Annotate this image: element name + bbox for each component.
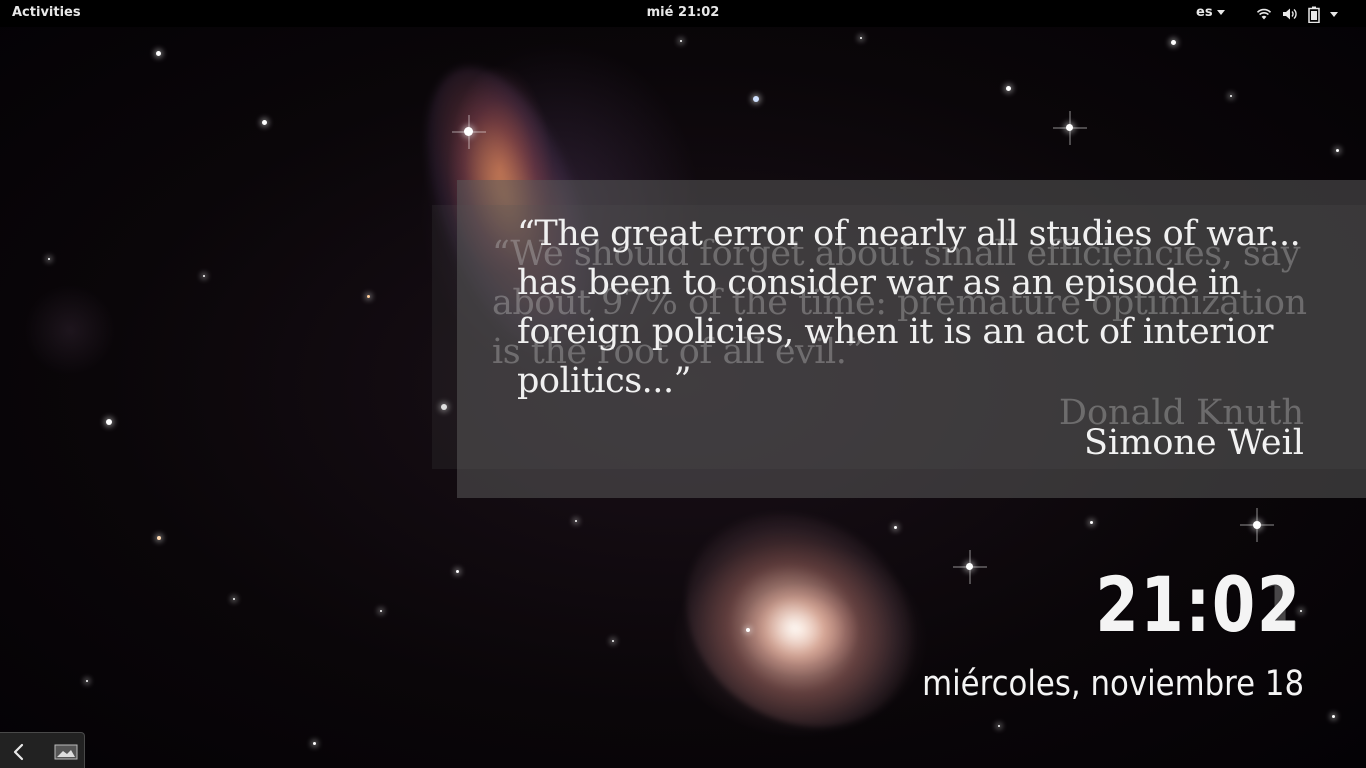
star	[1006, 86, 1011, 91]
battery-icon	[1308, 6, 1320, 23]
star	[1332, 715, 1335, 718]
clock-widget-time: 21:02	[1095, 560, 1302, 649]
top-bar: Activities mié 21:02 es	[0, 0, 1366, 27]
star	[48, 258, 50, 260]
star	[1171, 40, 1176, 45]
star	[746, 628, 750, 632]
star	[156, 51, 161, 56]
star	[380, 610, 382, 612]
quote-author: Simone Weil	[1083, 423, 1304, 463]
star	[1066, 124, 1073, 131]
chevron-left-icon[interactable]	[8, 741, 30, 763]
galaxy-lower	[644, 469, 956, 768]
quote-text: “The great error of nearly all studies o…	[517, 214, 1311, 401]
star	[753, 96, 759, 102]
star	[680, 40, 682, 42]
star	[313, 742, 316, 745]
star	[860, 37, 862, 39]
star	[262, 120, 267, 125]
star	[86, 680, 88, 682]
volume-icon	[1282, 6, 1298, 22]
star	[1090, 521, 1093, 524]
system-status-menu[interactable]	[1256, 4, 1338, 24]
star	[612, 640, 614, 642]
top-bar-clock[interactable]: mié 21:02	[623, 5, 743, 20]
star	[998, 725, 1000, 727]
chevron-down-icon	[1330, 11, 1338, 17]
window-thumbnail-icon[interactable]	[54, 744, 78, 760]
activities-button[interactable]: Activities	[12, 5, 81, 20]
chevron-down-icon	[1216, 10, 1225, 15]
clock-widget-date: miércoles, noviembre 18	[922, 664, 1304, 704]
star	[966, 563, 973, 570]
star	[456, 570, 459, 573]
star	[894, 526, 897, 529]
keyboard-layout-label: es	[1196, 5, 1213, 20]
star	[575, 520, 577, 522]
star	[464, 127, 473, 136]
keyboard-layout-menu[interactable]: es	[1196, 5, 1225, 20]
star	[1336, 149, 1339, 152]
star	[106, 419, 112, 425]
star	[367, 295, 370, 298]
star	[1253, 521, 1261, 529]
star	[203, 275, 205, 277]
message-tray	[0, 732, 85, 768]
desktop-wallpaper: Activities mié 21:02 es “We should forge…	[0, 0, 1366, 768]
star	[1230, 95, 1232, 97]
wifi-icon	[1256, 6, 1272, 22]
star	[233, 598, 235, 600]
star	[157, 536, 161, 540]
